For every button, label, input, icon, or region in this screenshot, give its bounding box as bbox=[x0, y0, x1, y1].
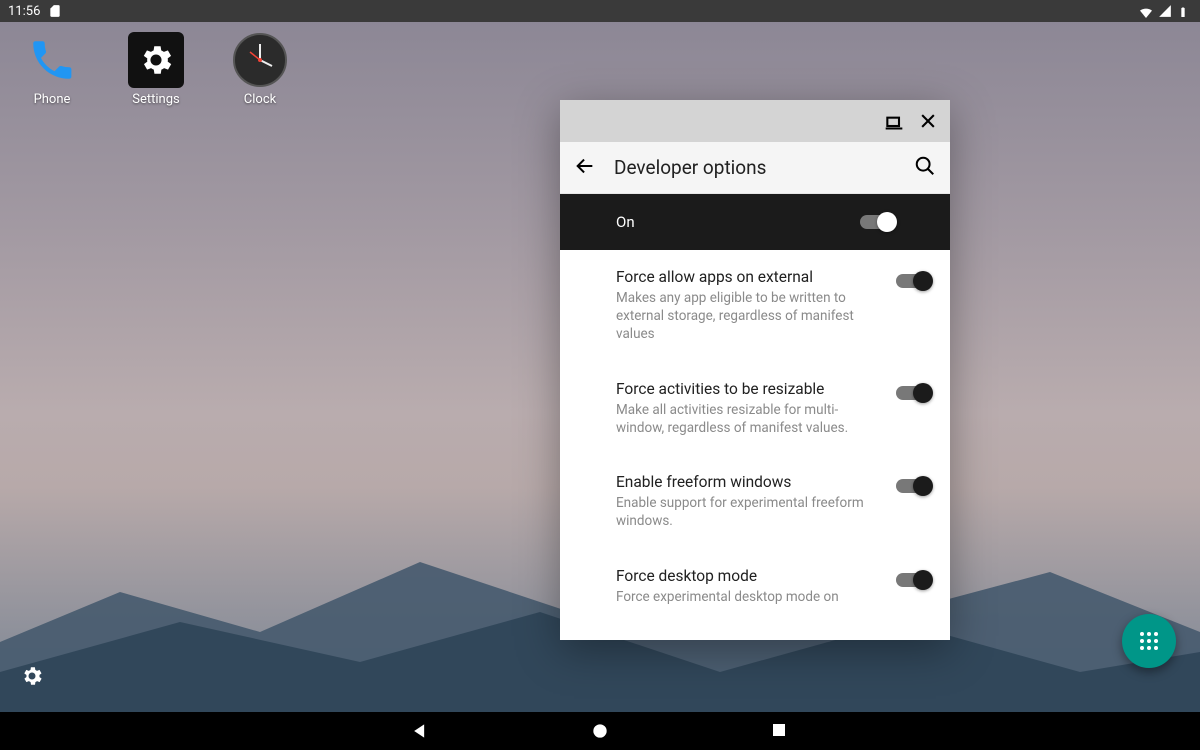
app-settings[interactable]: Settings bbox=[118, 32, 194, 107]
app-drawer-button[interactable] bbox=[1122, 614, 1176, 668]
option-subtitle: Makes any app eligible to be written to … bbox=[616, 289, 866, 344]
phone-icon bbox=[24, 32, 80, 88]
system-settings-button[interactable] bbox=[20, 664, 44, 692]
option-toggle[interactable] bbox=[896, 386, 930, 400]
developer-options-window: Developer options On Force allow apps on… bbox=[560, 100, 950, 640]
window-title: Developer options bbox=[614, 156, 896, 179]
options-list[interactable]: Force allow apps on external Makes any a… bbox=[560, 250, 950, 640]
sdcard-icon bbox=[48, 4, 62, 18]
navigation-bar bbox=[0, 712, 1200, 750]
option-enable-freeform[interactable]: Enable freeform windows Enable support f… bbox=[560, 455, 950, 548]
window-header: Developer options bbox=[560, 142, 950, 194]
option-subtitle: Enable support for experimental freeform… bbox=[616, 494, 866, 530]
option-toggle[interactable] bbox=[896, 274, 930, 288]
option-toggle[interactable] bbox=[896, 479, 930, 493]
app-clock[interactable]: Clock bbox=[222, 32, 298, 107]
option-title: Force activities to be resizable bbox=[616, 380, 882, 398]
option-force-allow-external[interactable]: Force allow apps on external Makes any a… bbox=[560, 250, 950, 362]
option-subtitle: Force experimental desktop mode on bbox=[616, 588, 866, 606]
option-force-resizable[interactable]: Force activities to be resizable Make al… bbox=[560, 362, 950, 455]
window-close-button[interactable] bbox=[918, 111, 938, 131]
app-phone-label: Phone bbox=[34, 92, 71, 107]
app-phone[interactable]: Phone bbox=[14, 32, 90, 107]
gear-icon bbox=[20, 664, 44, 688]
search-button[interactable] bbox=[914, 155, 936, 181]
master-toggle[interactable] bbox=[860, 215, 894, 229]
app-settings-label: Settings bbox=[132, 92, 179, 107]
option-title: Force allow apps on external bbox=[616, 268, 882, 286]
option-subtitle: Make all activities resizable for multi-… bbox=[616, 401, 866, 437]
option-toggle[interactable] bbox=[896, 573, 930, 587]
nav-back-button[interactable] bbox=[410, 721, 430, 741]
wifi-icon bbox=[1138, 4, 1152, 18]
option-force-desktop-mode[interactable]: Force desktop mode Force experimental de… bbox=[560, 549, 950, 624]
window-maximize-button[interactable] bbox=[884, 111, 904, 131]
battery-icon bbox=[1178, 4, 1192, 18]
desktop-icons: Phone Settings Clock bbox=[14, 32, 298, 107]
back-button[interactable] bbox=[574, 155, 596, 181]
status-bar: 11:56 bbox=[0, 0, 1200, 22]
apps-grid-icon bbox=[1137, 629, 1161, 653]
nav-recents-button[interactable] bbox=[770, 721, 790, 741]
nav-home-button[interactable] bbox=[590, 721, 610, 741]
option-title: Force desktop mode bbox=[616, 567, 882, 585]
master-toggle-row: On bbox=[560, 194, 950, 250]
gear-icon bbox=[128, 32, 184, 88]
master-toggle-label: On bbox=[616, 213, 860, 231]
app-clock-label: Clock bbox=[244, 92, 276, 107]
option-title: Enable freeform windows bbox=[616, 473, 882, 491]
window-titlebar[interactable] bbox=[560, 100, 950, 142]
status-time: 11:56 bbox=[8, 4, 40, 19]
clock-icon bbox=[232, 32, 288, 88]
cell-signal-icon bbox=[1158, 4, 1172, 18]
